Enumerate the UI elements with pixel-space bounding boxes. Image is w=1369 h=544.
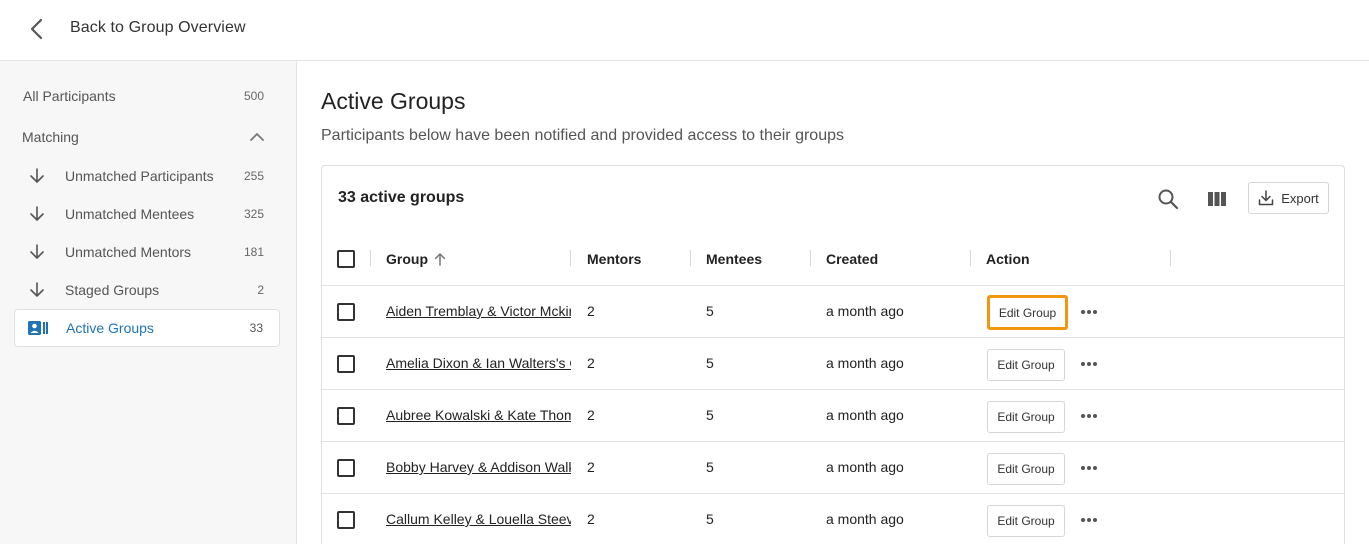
sidebar-item-active-groups[interactable]: Active Groups 33	[14, 309, 280, 347]
sidebar-item-count: 325	[243, 207, 264, 221]
sidebar-item-count: 500	[243, 89, 264, 103]
table-row: Bobby Harvey & Addison Walker 2 5 a mont…	[322, 442, 1344, 494]
columns-icon[interactable]	[1206, 188, 1228, 210]
sidebar-item-label: Unmatched Mentors	[65, 244, 192, 260]
column-divider	[1170, 250, 1171, 266]
row-checkbox[interactable]	[337, 303, 355, 321]
top-bar: Back to Group Overview	[0, 0, 1369, 61]
search-icon[interactable]	[1157, 188, 1179, 210]
column-divider	[370, 250, 371, 266]
sort-ascending-icon	[434, 253, 446, 266]
group-name-link[interactable]: Aubree Kowalski & Kate Thompson	[386, 407, 571, 423]
active-groups-table-card: 33 active groups Export Group Mentors Me…	[321, 165, 1345, 544]
more-options-icon[interactable]	[1079, 513, 1099, 527]
mentors-count: 2	[587, 459, 595, 475]
column-header-mentors[interactable]: Mentors	[587, 251, 641, 267]
group-name-link[interactable]: Callum Kelley & Louella Steeves	[386, 511, 571, 527]
table-row: Aubree Kowalski & Kate Thompson 2 5 a mo…	[322, 390, 1344, 442]
page-title: Active Groups	[321, 88, 466, 114]
column-divider	[690, 250, 691, 266]
table-row: Amelia Dixon & Ian Walters's Group 2 5 a…	[322, 338, 1344, 390]
group-name-link[interactable]: Amelia Dixon & Ian Walters's Group	[386, 355, 571, 371]
mentors-count: 2	[587, 511, 595, 527]
sidebar-item-count: 255	[243, 169, 264, 183]
arrow-down-icon	[26, 165, 48, 187]
created-time: a month ago	[826, 355, 904, 371]
arrow-down-icon	[26, 241, 48, 263]
sidebar-item-all-participants[interactable]: All Participants 500	[14, 78, 280, 114]
mentors-count: 2	[587, 303, 595, 319]
edit-group-button[interactable]: Edit Group	[987, 401, 1065, 433]
row-checkbox[interactable]	[337, 459, 355, 477]
column-header-created[interactable]: Created	[826, 251, 878, 267]
column-divider	[570, 250, 571, 266]
sidebar-item-count: 181	[243, 245, 264, 259]
row-checkbox[interactable]	[337, 511, 355, 529]
column-header-action: Action	[986, 251, 1030, 267]
more-options-icon[interactable]	[1079, 305, 1099, 319]
sidebar-item-label: All Participants	[23, 88, 116, 104]
sidebar-item-staged-groups[interactable]: Staged Groups 2	[14, 272, 280, 308]
arrow-down-icon	[26, 279, 48, 301]
sidebar-item-label: Unmatched Participants	[65, 168, 214, 184]
column-header-mentees[interactable]: Mentees	[706, 251, 762, 267]
group-name-link[interactable]: Aiden Tremblay & Victor Mckinney	[386, 303, 571, 319]
created-time: a month ago	[826, 511, 904, 527]
sidebar-item-count: 33	[249, 321, 263, 335]
created-time: a month ago	[826, 407, 904, 423]
sidebar-item-label: Active Groups	[66, 320, 154, 336]
table-row: Callum Kelley & Louella Steeves 2 5 a mo…	[322, 494, 1344, 544]
page-subtitle: Participants below have been notified an…	[321, 127, 844, 144]
row-checkbox[interactable]	[337, 407, 355, 425]
sidebar-item-label: Staged Groups	[65, 282, 160, 298]
export-label: Export	[1281, 190, 1319, 206]
mentees-count: 5	[706, 511, 714, 527]
mentees-count: 5	[706, 355, 714, 371]
mentors-count: 2	[587, 407, 595, 423]
group-count-label: 33 active groups	[338, 189, 465, 206]
chevron-up-icon[interactable]	[248, 130, 266, 144]
contact-card-icon	[27, 317, 49, 339]
edit-group-button[interactable]: Edit Group	[987, 349, 1065, 381]
column-header-group[interactable]: Group	[386, 251, 448, 267]
sidebar-item-unmatched-mentees[interactable]: Unmatched Mentees 325	[14, 196, 280, 232]
sidebar-item-count: 2	[257, 283, 264, 297]
table-row: Aiden Tremblay & Victor Mckinney 2 5 a m…	[322, 286, 1344, 338]
more-options-icon[interactable]	[1079, 461, 1099, 475]
created-time: a month ago	[826, 459, 904, 475]
column-divider	[810, 250, 811, 266]
chevron-left-icon[interactable]	[26, 17, 46, 41]
more-options-icon[interactable]	[1079, 357, 1099, 371]
sidebar-item-unmatched-participants[interactable]: Unmatched Participants 255	[14, 158, 280, 194]
arrow-down-icon	[26, 203, 48, 225]
row-checkbox[interactable]	[337, 355, 355, 373]
sidebar: All Participants 500 Matching Unmatched …	[0, 61, 297, 544]
sidebar-item-label: Unmatched Mentees	[65, 206, 195, 222]
download-icon	[1258, 190, 1274, 206]
mentees-count: 5	[706, 303, 714, 319]
mentees-count: 5	[706, 407, 714, 423]
edit-group-button[interactable]: Edit Group	[987, 453, 1065, 485]
more-options-icon[interactable]	[1079, 409, 1099, 423]
sidebar-item-unmatched-mentors[interactable]: Unmatched Mentors 181	[14, 234, 280, 270]
export-button[interactable]: Export	[1248, 182, 1329, 214]
group-name-link[interactable]: Bobby Harvey & Addison Walker	[386, 459, 571, 475]
back-to-group-overview-link[interactable]: Back to Group Overview	[70, 19, 246, 37]
column-divider	[970, 250, 971, 266]
edit-group-button[interactable]: Edit Group	[987, 295, 1068, 330]
mentors-count: 2	[587, 355, 595, 371]
table-header: Group Mentors Mentees Created Action	[322, 234, 1344, 286]
created-time: a month ago	[826, 303, 904, 319]
edit-group-button[interactable]: Edit Group	[987, 505, 1065, 537]
sidebar-section-matching: Matching	[22, 129, 79, 145]
select-all-checkbox[interactable]	[337, 250, 355, 268]
mentees-count: 5	[706, 459, 714, 475]
